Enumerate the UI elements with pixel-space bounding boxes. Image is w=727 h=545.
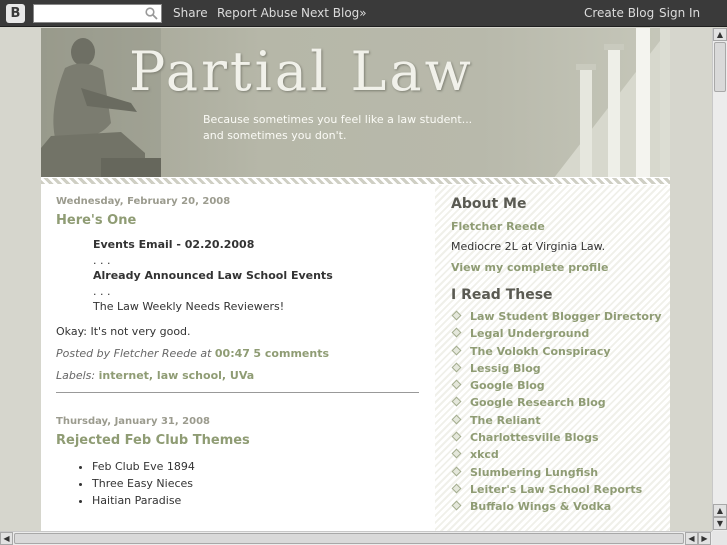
read-these-heading: I Read These: [451, 287, 553, 303]
post-time-link[interactable]: 00:47: [215, 347, 250, 360]
blogroll-item[interactable]: Lessig Blog: [451, 362, 670, 379]
diamond-bullet-icon: [451, 431, 462, 442]
blog-title[interactable]: Partial Law: [129, 40, 474, 103]
blogroll-link[interactable]: Buffalo Wings & Vodka: [470, 500, 611, 513]
scroll-up-icon[interactable]: ▲: [713, 504, 727, 517]
blogroll-item[interactable]: Law Student Blogger Directory: [451, 310, 670, 327]
post-body: Okay: It's not very good.: [56, 324, 191, 338]
diamond-bullet-icon: [451, 466, 462, 477]
blogroll-link[interactable]: Charlottesville Blogs: [470, 431, 599, 444]
main-column: Wednesday, February 20, 2008 Here's One …: [56, 185, 421, 509]
blogroll-link[interactable]: The Reliant: [470, 414, 541, 427]
scrollbar-corner: [712, 531, 727, 545]
vertical-scrollbar[interactable]: ▲ ▲ ▼: [712, 28, 727, 531]
navbar-search-input[interactable]: [33, 4, 162, 23]
blogroll-item[interactable]: Google Research Blog: [451, 396, 670, 413]
labels-links[interactable]: internet, law school, UVa: [99, 369, 255, 382]
blogroll-item[interactable]: Charlottesville Blogs: [451, 431, 670, 448]
blogroll-item[interactable]: Legal Underground: [451, 327, 670, 344]
horizontal-scroll-thumb[interactable]: [14, 533, 684, 544]
post-date: Thursday, January 31, 2008: [56, 415, 210, 427]
blogroll-link[interactable]: Law Student Blogger Directory: [470, 310, 662, 323]
post-line: The Law Weekly Needs Reviewers!: [93, 300, 285, 313]
next-blog-link[interactable]: Next Blog»: [301, 6, 367, 20]
blogroll-item[interactable]: The Reliant: [451, 414, 670, 431]
blogroll-link[interactable]: Slumbering Lungfish: [470, 466, 598, 479]
vertical-scroll-thumb[interactable]: [714, 42, 726, 92]
blogroll-item[interactable]: Buffalo Wings & Vodka: [451, 500, 670, 517]
blogroll-link[interactable]: Leiter's Law School Reports: [470, 483, 642, 496]
list-item: Feb Club Eve 1894: [92, 458, 421, 475]
diamond-bullet-icon: [451, 500, 462, 511]
header-divider: [41, 177, 670, 185]
content-area: Wednesday, February 20, 2008 Here's One …: [41, 185, 670, 531]
post-line: Already Announced Law School Events: [93, 269, 333, 282]
diamond-bullet-icon: [451, 397, 462, 407]
diamond-bullet-icon: [451, 448, 462, 459]
blogroll-item[interactable]: Slumbering Lungfish: [451, 466, 670, 483]
post-separator: [56, 391, 419, 393]
description-line-2: and sometimes you don't.: [203, 129, 347, 142]
diamond-bullet-icon: [451, 327, 462, 338]
share-link[interactable]: Share: [173, 6, 208, 20]
blogroll-item[interactable]: The Volokh Conspiracy: [451, 345, 670, 362]
diamond-bullet-icon: [451, 345, 462, 356]
post-title-link[interactable]: Rejected Feb Club Themes: [56, 433, 421, 448]
blogroll-link[interactable]: Lessig Blog: [470, 362, 541, 375]
scroll-left-icon[interactable]: ◀: [0, 532, 13, 545]
author-bio: Mediocre 2L at Virginia Law.: [451, 240, 606, 253]
post-line: Events Email - 02.20.2008: [93, 238, 255, 251]
sidebar: About Me Fletcher Reede Mediocre 2L at V…: [435, 185, 670, 531]
diamond-bullet-icon: [451, 483, 462, 494]
blogger-navbar: B Share Report Abuse Next Blog» Create B…: [0, 0, 727, 27]
blog-header[interactable]: Partial Law Because sometimes you feel l…: [41, 28, 670, 183]
post-line: . . .: [93, 253, 111, 267]
scroll-right-icon[interactable]: ▶: [698, 532, 711, 545]
post-title-link[interactable]: Here's One: [56, 213, 421, 228]
create-blog-link[interactable]: Create Blog: [584, 6, 654, 20]
scroll-down-icon[interactable]: ▼: [713, 517, 727, 530]
search-icon[interactable]: [145, 7, 158, 20]
report-abuse-link[interactable]: Report Abuse: [217, 6, 298, 20]
blogroll-list: Law Student Blogger Directory Legal Unde…: [451, 310, 670, 518]
diamond-bullet-icon: [451, 362, 462, 373]
scroll-up-icon[interactable]: ▲: [713, 28, 727, 41]
post-line: . . .: [93, 284, 111, 298]
blogroll-link[interactable]: Google Blog: [470, 379, 545, 392]
post-bullet-list: Feb Club Eve 1894 Three Easy Nieces Hait…: [92, 458, 421, 509]
blogger-logo-icon[interactable]: B: [6, 4, 25, 23]
sign-in-link[interactable]: Sign In: [659, 6, 700, 20]
blogroll-item[interactable]: Google Blog: [451, 379, 670, 396]
diamond-bullet-icon: [451, 414, 462, 425]
blogroll-item[interactable]: xkcd: [451, 448, 670, 465]
list-item: Three Easy Nieces: [92, 475, 421, 492]
description-line-1: Because sometimes you feel like a law st…: [203, 113, 473, 126]
scroll-left-icon[interactable]: ◀: [685, 532, 698, 545]
post-date: Wednesday, February 20, 2008: [56, 196, 231, 207]
blogroll-link[interactable]: The Volokh Conspiracy: [470, 345, 611, 358]
about-me-heading: About Me: [451, 196, 527, 212]
list-item: Haitian Paradise: [92, 492, 421, 509]
horizontal-scrollbar[interactable]: ◀ ◀ ▶: [0, 531, 712, 545]
diamond-bullet-icon: [451, 310, 462, 321]
blogroll-item[interactable]: Leiter's Law School Reports: [451, 483, 670, 500]
diamond-bullet-icon: [451, 379, 462, 390]
blog-description: Because sometimes you feel like a law st…: [203, 112, 493, 144]
blogroll-link[interactable]: Google Research Blog: [470, 396, 606, 409]
labels-prefix: Labels:: [56, 368, 96, 382]
comments-link[interactable]: 5 comments: [253, 347, 329, 360]
author-name-link[interactable]: Fletcher Reede: [451, 220, 670, 233]
blogroll-link[interactable]: xkcd: [470, 448, 499, 461]
blogroll-link[interactable]: Legal Underground: [470, 327, 589, 340]
profile-link[interactable]: View my complete profile: [451, 261, 670, 274]
posted-by-text: Posted by Fletcher Reede at: [56, 346, 212, 360]
blog-page: Partial Law Because sometimes you feel l…: [0, 28, 712, 531]
post-footer: Posted by Fletcher Reede at 00:47 5 comm…: [56, 347, 421, 360]
columns-image: [550, 28, 670, 183]
post-labels: Labels: internet, law school, UVa: [56, 369, 421, 382]
